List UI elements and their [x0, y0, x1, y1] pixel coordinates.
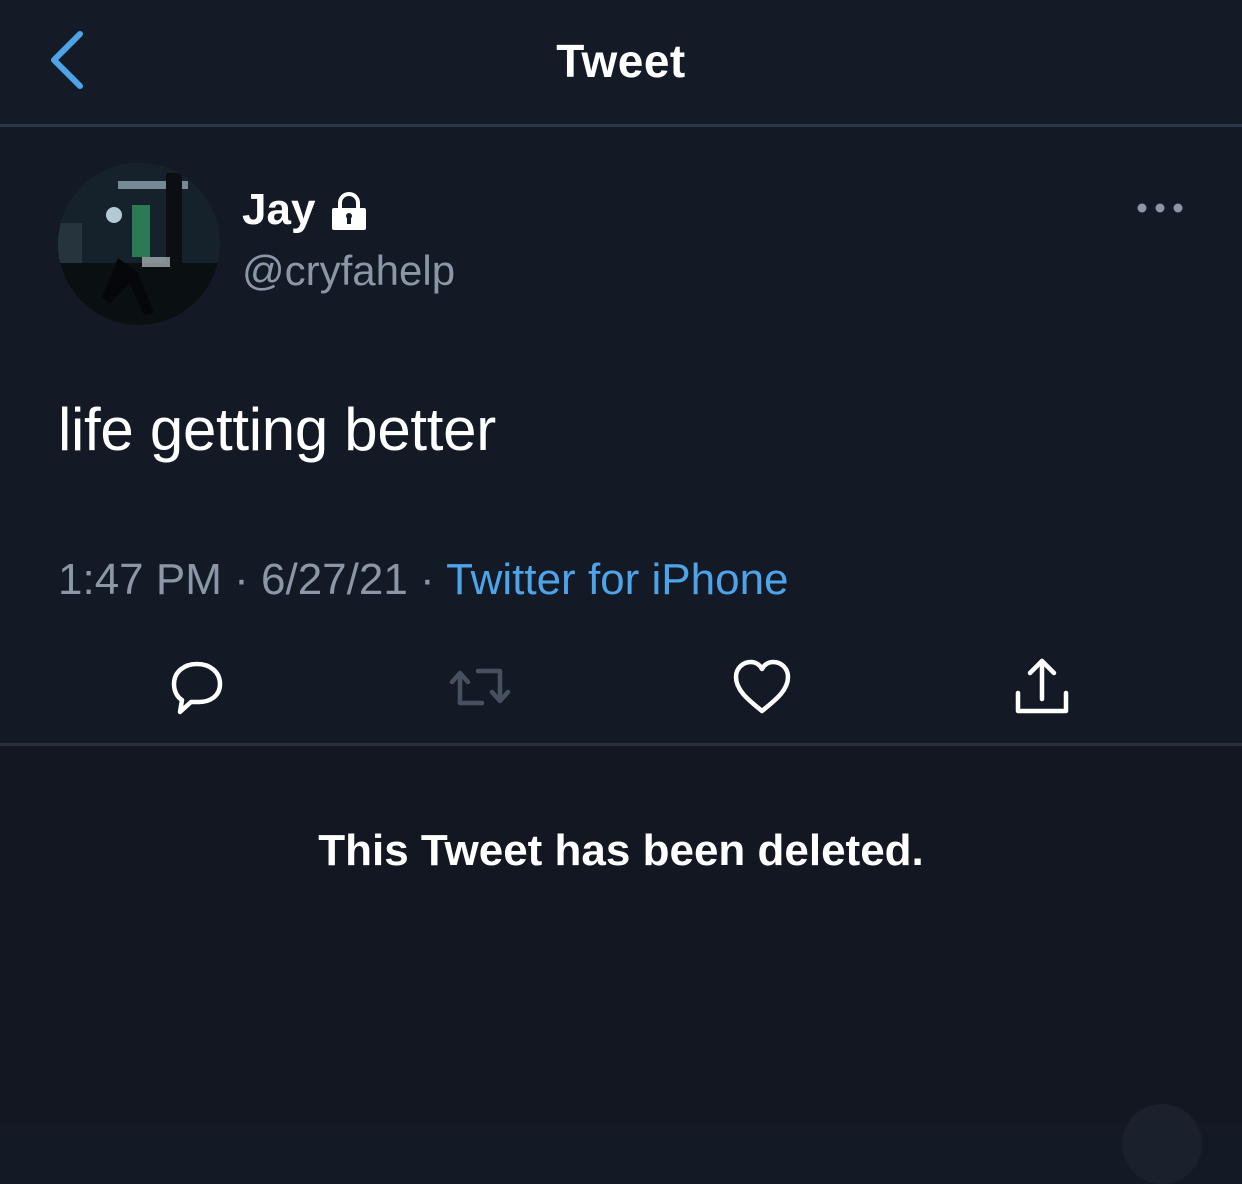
tweet-metadata: 1:47 PM · 6/27/21 · Twitter for iPhone: [58, 555, 789, 605]
deleted-tweet-notice: This Tweet has been deleted.: [318, 826, 924, 875]
top-navigation-bar: Tweet: [0, 0, 1242, 124]
avatar-image: [58, 163, 220, 325]
retweet-icon: [449, 668, 511, 706]
reply-icon[interactable]: [164, 655, 228, 719]
deleted-tweet-area: This Tweet has been deleted.: [0, 746, 1242, 1123]
lock-icon: [332, 192, 366, 230]
more-options-icon[interactable]: [1132, 193, 1188, 223]
author-display-name[interactable]: Jay: [242, 185, 315, 235]
like-icon[interactable]: [730, 655, 794, 719]
meta-separator: ·: [234, 555, 249, 604]
tweet-source-link[interactable]: Twitter for iPhone: [446, 555, 788, 604]
page-title: Tweet: [556, 35, 686, 87]
tweet-time: 1:47 PM: [58, 555, 222, 604]
tweet-text: life getting better: [58, 396, 496, 463]
avatar[interactable]: [58, 163, 220, 325]
author-handle[interactable]: @cryfahelp: [242, 247, 455, 295]
tweet-card: Jay @cryfahelp life getting better 1:47 …: [0, 127, 1242, 743]
floating-button[interactable]: [1122, 1104, 1202, 1184]
share-icon[interactable]: [1010, 655, 1074, 719]
tweet-date: 6/27/21: [261, 555, 408, 604]
meta-separator: ·: [420, 555, 435, 604]
